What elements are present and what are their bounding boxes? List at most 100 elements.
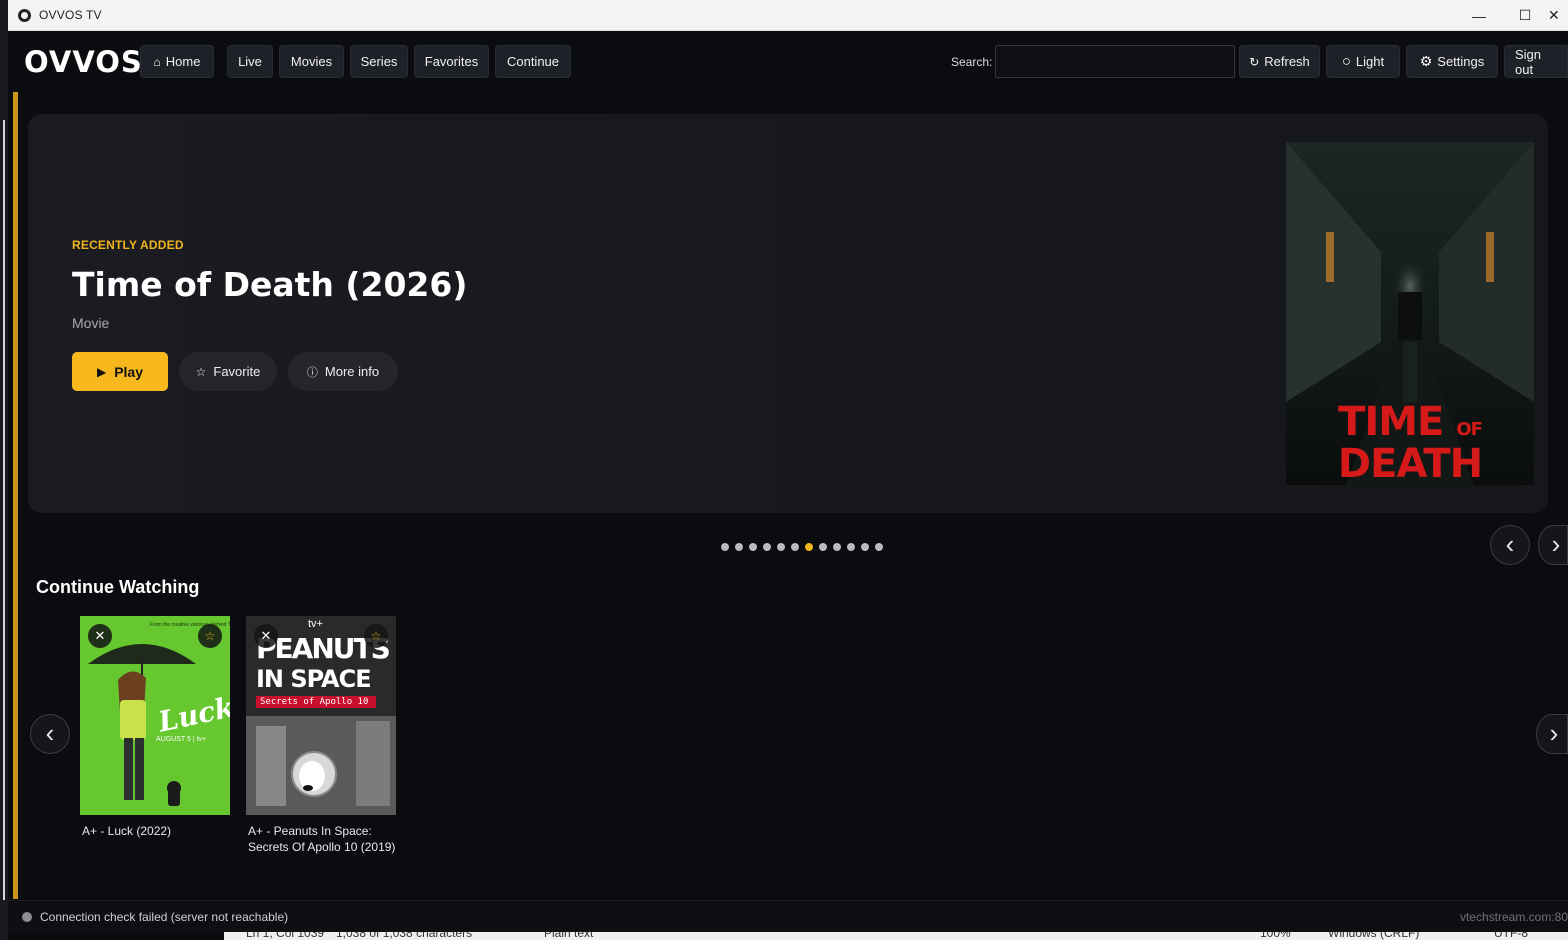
row-next-button[interactable]: ›	[1536, 714, 1568, 754]
hero-prev-button[interactable]: ‹	[1490, 525, 1530, 565]
carousel-dot[interactable]	[791, 543, 799, 551]
home-icon: ⌂	[153, 54, 161, 69]
nav-favorites-label: Favorites	[424, 54, 479, 69]
theme-label: Light	[1355, 54, 1385, 69]
card-poster[interactable]: From the creative visionary behind TOY S…	[80, 616, 230, 815]
sign-out-button[interactable]: Sign out	[1504, 45, 1568, 78]
carousel-dot[interactable]	[875, 543, 883, 551]
status-bar: Connection check failed (server not reac…	[8, 900, 1568, 932]
bg-cursor-position: Ln 1, Col 1039	[246, 932, 325, 940]
carousel-dots	[721, 543, 883, 551]
nav-continue-label: Continue	[506, 54, 560, 69]
close-icon: ✕	[260, 628, 272, 643]
remove-from-continue-button[interactable]: ✕	[254, 624, 278, 648]
ovvos-logo[interactable]: OVVOS	[24, 47, 143, 77]
app-root: OVVOS ⌂ Home Live Movies Series Favorite…	[8, 31, 1568, 900]
refresh-icon: ↻	[1249, 54, 1260, 69]
refresh-label: Refresh	[1264, 54, 1310, 69]
remove-from-continue-button[interactable]: ✕	[88, 624, 112, 648]
settings-button[interactable]: ⚙ Settings	[1406, 45, 1498, 78]
status-message: Connection check failed (server not reac…	[40, 910, 289, 924]
carousel-dot[interactable]	[763, 543, 771, 551]
nav-movies-button[interactable]: Movies	[279, 45, 344, 78]
play-icon: ▶	[96, 364, 107, 379]
app-icon	[18, 8, 31, 22]
row-prev-button[interactable]: ‹	[30, 714, 70, 754]
more-info-button[interactable]: ⓘ More info	[288, 352, 398, 391]
play-label: Play	[114, 363, 144, 380]
gold-accent-bar	[13, 92, 18, 899]
card-caption: A+ - Luck (2022)	[82, 824, 172, 838]
maximize-button[interactable]: ☐	[1502, 0, 1548, 31]
poster-line-2: DEATH	[1337, 441, 1483, 485]
card-favorite-button[interactable]: ☆	[198, 624, 222, 648]
star-icon: ☆	[204, 629, 216, 643]
card-favorite-button[interactable]: ☆	[364, 624, 388, 648]
search-input[interactable]	[995, 45, 1235, 78]
chevron-left-icon: ‹	[45, 717, 55, 748]
nav-home-button[interactable]: ⌂ Home	[140, 45, 214, 78]
gear-icon: ⚙	[1419, 53, 1433, 69]
theme-toggle-button[interactable]: ○ Light	[1326, 45, 1400, 78]
star-icon: ☆	[370, 629, 382, 643]
info-icon: ⓘ	[306, 366, 318, 379]
play-button[interactable]: ▶ Play	[72, 352, 168, 391]
peanuts-poster-brand: tv+	[308, 618, 323, 630]
server-url: vtechstream.com:80	[1459, 910, 1568, 924]
hero-subtitle: Movie	[72, 315, 110, 331]
bg-format: Plain text	[544, 932, 594, 940]
light-theme-icon: ○	[1341, 53, 1351, 70]
refresh-button[interactable]: ↻ Refresh	[1239, 45, 1320, 78]
chevron-right-icon: ›	[1551, 528, 1561, 559]
favorite-button[interactable]: ☆ Favorite	[179, 352, 277, 391]
nav-series-button[interactable]: Series	[350, 45, 408, 78]
favorite-label: Favorite	[213, 364, 261, 379]
bg-char-count: 1,038 of 1,038 characters	[336, 932, 473, 940]
carousel-dot[interactable]	[749, 543, 757, 551]
carousel-dot[interactable]	[833, 543, 841, 551]
carousel-dot[interactable]	[735, 543, 743, 551]
nav-favorites-button[interactable]: Favorites	[414, 45, 489, 78]
carousel-dot[interactable]	[847, 543, 855, 551]
window-title: OVVOS TV	[39, 8, 102, 22]
left-window-edge	[0, 0, 8, 940]
window-controls: — ☐ ✕	[1456, 0, 1568, 31]
nav-live-button[interactable]: Live	[227, 45, 273, 78]
search-label: Search:	[951, 55, 993, 69]
nav-continue-button[interactable]: Continue	[495, 45, 571, 78]
window-titlebar: OVVOS TV — ☐ ✕	[8, 0, 1568, 31]
luck-poster-date: AUGUST 5 | tv+	[156, 736, 207, 743]
settings-label: Settings	[1437, 54, 1485, 69]
poster-line-1: TIME	[1338, 399, 1444, 445]
close-icon: ✕	[94, 628, 106, 643]
hero-poster-title: TIME OF DEATH	[1286, 402, 1534, 484]
close-window-button[interactable]: ✕	[1548, 0, 1568, 31]
carousel-dot[interactable]	[861, 543, 869, 551]
peanuts-poster-tagline: Secrets of Apollo 10	[260, 697, 369, 707]
hero-tag: RECENTLY ADDED	[72, 238, 184, 252]
card-caption: A+ - Peanuts In Space: Secrets Of Apollo…	[248, 824, 396, 854]
poster-line-1-small: OF	[1456, 419, 1483, 440]
bg-zoom: 100%	[1260, 932, 1291, 940]
continue-card[interactable]: tv+ PEANUTS IN SPACE Secrets of Apollo 1…	[246, 616, 396, 855]
minimize-button[interactable]: —	[1456, 0, 1502, 31]
nav-movies-label: Movies	[290, 54, 333, 69]
hero-next-button[interactable]: ›	[1538, 525, 1568, 565]
nav-live-label: Live	[238, 54, 262, 69]
carousel-dot[interactable]	[721, 543, 729, 551]
bg-encoding: UTF-8	[1494, 932, 1528, 940]
card-poster[interactable]: tv+ PEANUTS IN SPACE Secrets of Apollo 1…	[246, 616, 396, 815]
chevron-right-icon: ›	[1549, 717, 1559, 748]
peanuts-poster-title-2: IN SPACE	[256, 665, 372, 693]
carousel-dot[interactable]	[805, 543, 813, 551]
carousel-dot[interactable]	[777, 543, 785, 551]
carousel-dot[interactable]	[819, 543, 827, 551]
connection-status-icon	[22, 912, 32, 922]
hero-poster[interactable]: TIME OF DEATH	[1286, 142, 1534, 485]
nav-home-label: Home	[165, 54, 201, 69]
bg-eol: Windows (CRLF)	[1328, 932, 1420, 940]
continue-watching-title: Continue Watching	[36, 577, 200, 597]
star-icon: ☆	[195, 364, 207, 379]
hero-banner: RECENTLY ADDED Time of Death (2026) Movi…	[28, 114, 1548, 513]
continue-card[interactable]: From the creative visionary behind TOY S…	[80, 616, 230, 839]
